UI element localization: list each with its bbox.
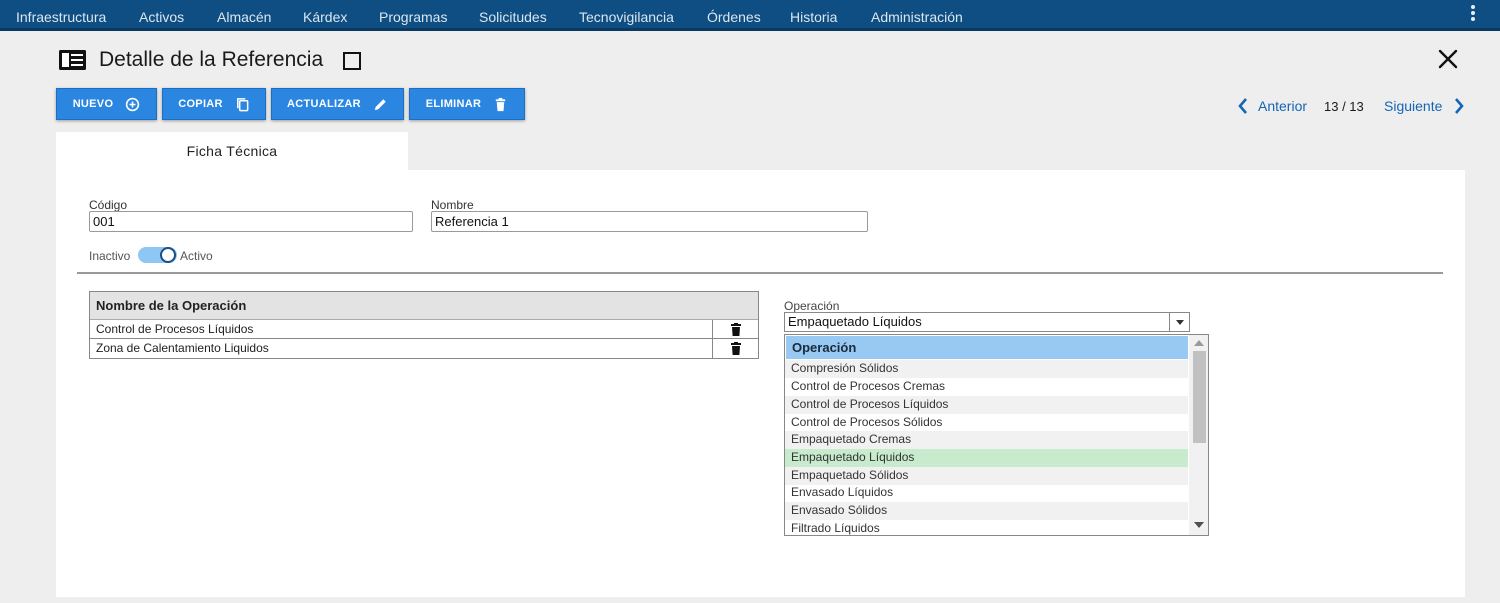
pencil-icon [374, 98, 386, 110]
active-toggle[interactable] [138, 247, 177, 263]
operation-name-cell: Zona de Calentamiento Liquidos [96, 341, 269, 355]
trash-icon [731, 342, 741, 355]
toggle-activo-label: Activo [180, 249, 213, 263]
nav-item-administracion[interactable]: Administración [871, 9, 963, 25]
operation-name-cell: Control de Procesos Líquidos [96, 322, 254, 336]
eliminar-label: ELIMINAR [425, 98, 482, 110]
actualizar-button[interactable]: ACTUALIZAR [271, 88, 404, 120]
dropdown-option[interactable]: Control de Procesos Líquidos [785, 396, 1188, 414]
dropdown-arrow-icon[interactable] [1169, 313, 1189, 331]
copiar-label: COPIAR [178, 98, 223, 110]
nav-item-tecnovigilancia[interactable]: Tecnovigilancia [579, 9, 674, 25]
nav-item-solicitudes[interactable]: Solicitudes [479, 9, 547, 25]
table-row: Control de Procesos Líquidos [90, 320, 758, 339]
dropdown-option[interactable]: Envasado Líquidos [785, 484, 1188, 502]
dropdown-option[interactable]: Filtrado Líquidos [785, 520, 1188, 535]
maximize-icon[interactable] [343, 52, 361, 70]
kebab-menu-icon[interactable] [1470, 5, 1476, 25]
operacion-label: Operación [784, 299, 840, 313]
chevron-right-icon[interactable] [1452, 96, 1466, 116]
operations-table-header: Nombre de la Operación [90, 292, 758, 320]
dropdown-header: Operación [786, 336, 1188, 359]
nav-item-programas[interactable]: Programas [379, 9, 447, 25]
codigo-label: Código [89, 198, 128, 212]
trash-icon [496, 97, 506, 111]
dropdown-option[interactable]: Empaquetado Sólidos [785, 467, 1188, 485]
dropdown-option-selected[interactable]: Empaquetado Líquidos [785, 449, 1188, 467]
scroll-thumb[interactable] [1193, 351, 1206, 443]
document-list-icon [59, 50, 86, 70]
nuevo-label: NUEVO [72, 98, 114, 110]
operacion-select[interactable]: Empaquetado Líquidos [784, 312, 1190, 332]
eliminar-button[interactable]: ELIMINAR [409, 88, 525, 120]
add-circle-icon [126, 97, 140, 111]
operations-table: Nombre de la Operación Control de Proces… [89, 291, 759, 359]
delete-row-button[interactable] [712, 320, 759, 339]
toggle-inactivo-label: Inactivo [89, 249, 131, 263]
table-row: Zona de Calentamiento Liquidos [90, 339, 758, 358]
nombre-input[interactable] [431, 211, 868, 232]
nav-item-activos[interactable]: Activos [139, 9, 184, 25]
chevron-left-icon[interactable] [1236, 96, 1250, 116]
trash-icon [731, 323, 741, 336]
dropdown-option[interactable]: Compresión Sólidos [785, 360, 1188, 378]
page-counter: 13 / 13 [1324, 99, 1364, 114]
page-title: Detalle de la Referencia [99, 48, 324, 71]
operacion-dropdown-list: Operación Compresión Sólidos Control de … [784, 334, 1209, 536]
nav-item-ordenes[interactable]: Órdenes [707, 9, 761, 25]
close-icon[interactable] [1436, 47, 1460, 71]
nav-item-infraestructura[interactable]: Infraestructura [16, 9, 106, 25]
copiar-button[interactable]: COPIAR [162, 88, 266, 120]
nombre-label: Nombre [431, 198, 474, 212]
nav-item-historia[interactable]: Historia [790, 9, 837, 25]
codigo-input[interactable] [89, 211, 413, 232]
delete-row-button[interactable] [712, 339, 759, 358]
nuevo-button[interactable]: NUEVO [56, 88, 157, 120]
tab-ficha-tecnica[interactable]: Ficha Técnica [56, 132, 408, 170]
top-nav-bar: Infraestructura Activos Almacén Kárdex P… [0, 0, 1500, 31]
section-divider [77, 272, 1443, 274]
copy-icon [236, 97, 249, 111]
siguiente-link[interactable]: Siguiente [1384, 98, 1442, 114]
dropdown-option[interactable]: Control de Procesos Sólidos [785, 414, 1188, 432]
dropdown-option[interactable]: Control de Procesos Cremas [785, 378, 1188, 396]
nav-item-almacen[interactable]: Almacén [217, 9, 271, 25]
anterior-link[interactable]: Anterior [1258, 98, 1307, 114]
content-panel [56, 170, 1465, 597]
operacion-select-value: Empaquetado Líquidos [788, 314, 922, 329]
nav-item-kardex[interactable]: Kárdex [303, 9, 347, 25]
scroll-up-icon[interactable] [1194, 340, 1204, 346]
dropdown-option[interactable]: Envasado Sólidos [785, 502, 1188, 520]
actualizar-label: ACTUALIZAR [287, 98, 361, 110]
dropdown-option[interactable]: Empaquetado Cremas [785, 431, 1188, 449]
dropdown-scrollbar[interactable] [1189, 335, 1208, 535]
scroll-down-icon[interactable] [1194, 522, 1204, 528]
